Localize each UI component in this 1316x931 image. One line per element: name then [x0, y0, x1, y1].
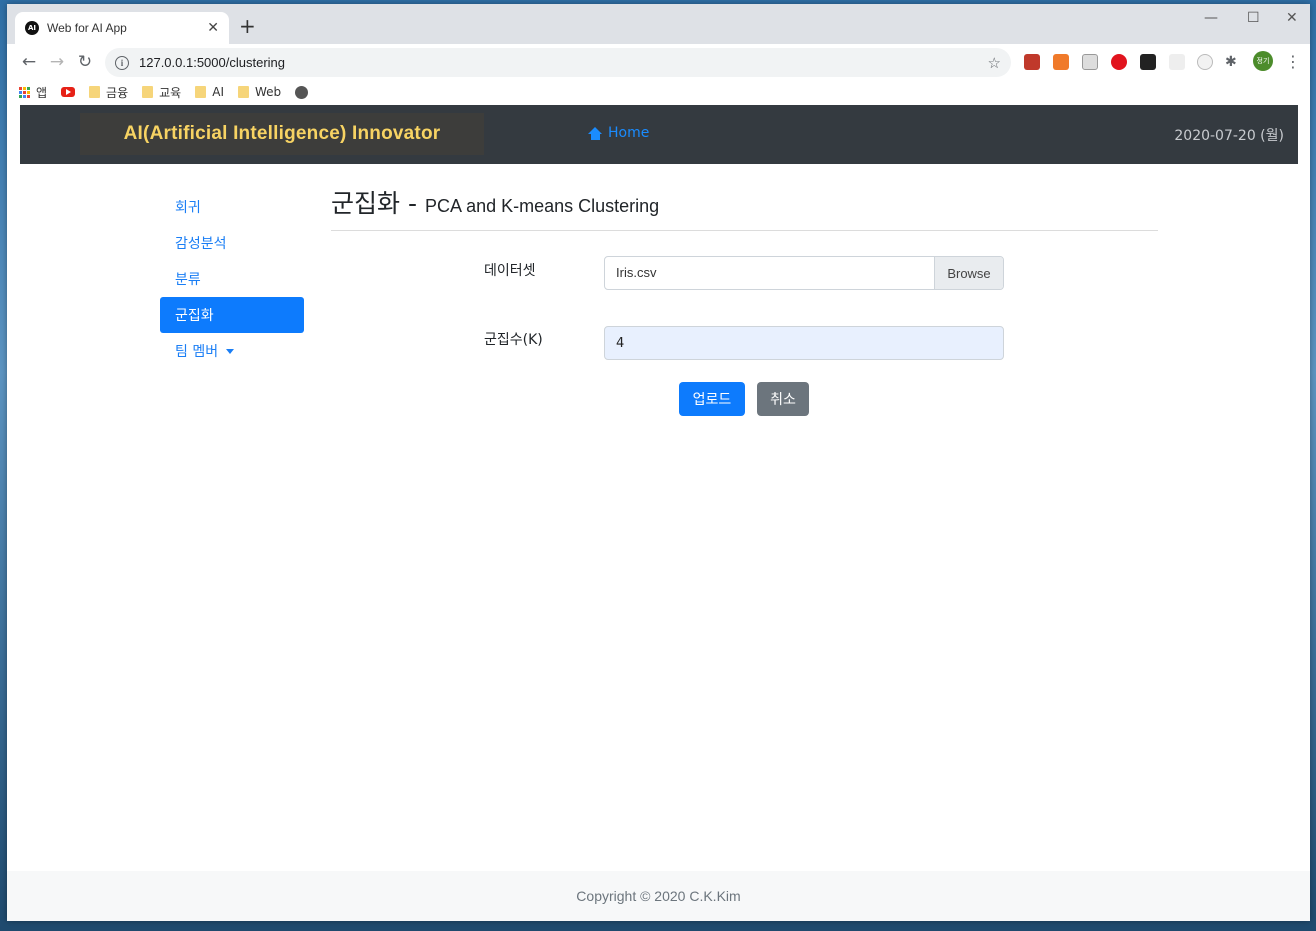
bookmark-folder-education[interactable]: 교육 — [142, 84, 181, 101]
site-info-icon[interactable]: i — [115, 55, 129, 70]
bookmark-label: 앱 — [36, 85, 48, 100]
home-link[interactable]: Home — [588, 125, 649, 141]
folder-icon — [195, 86, 207, 98]
bookmark-folder-finance[interactable]: 금융 — [89, 84, 128, 101]
browse-button[interactable]: Browse — [934, 257, 1003, 289]
upload-button[interactable]: 업로드 — [679, 382, 745, 416]
new-tab-icon[interactable]: + — [239, 16, 256, 36]
title-separator: - — [408, 189, 418, 218]
folder-icon — [237, 86, 249, 98]
divider — [331, 230, 1158, 231]
copyright-text: Copyright © 2020 C.K.Kim — [576, 888, 741, 904]
browser-window: AI Web for AI App ✕ + — ☐ ✕ ← → ↻ i 127.… — [7, 4, 1310, 921]
page-subtitle: PCA and K-means Clustering — [425, 196, 660, 216]
sidebar-item-sentiment[interactable]: 감성분석 — [160, 225, 304, 261]
current-date: 2020-07-20 (월) — [1174, 128, 1284, 144]
bookmark-apps[interactable]: 앱 — [19, 84, 47, 101]
sidebar-item-label: 군집화 — [175, 308, 214, 324]
bookmark-globe[interactable] — [295, 85, 309, 99]
sidebar-item-clustering[interactable]: 군집화 — [160, 297, 304, 333]
sidebar-item-label: 감성분석 — [175, 236, 227, 252]
back-icon[interactable]: ← — [15, 52, 43, 72]
home-label: Home — [608, 125, 650, 141]
globe-icon — [295, 85, 309, 99]
sidebar-item-classification[interactable]: 분류 — [160, 261, 304, 297]
bookmark-label: 교육 — [159, 85, 182, 100]
forward-icon[interactable]: → — [43, 52, 71, 72]
dataset-label: 데이터셋 — [484, 263, 536, 279]
close-tab-icon[interactable]: ✕ — [207, 20, 219, 36]
browser-toolbar: ← → ↻ i 127.0.0.1:5000/clustering ☆ ✱ 정기… — [7, 44, 1310, 80]
tab-strip: AI Web for AI App ✕ + — ☐ ✕ — [7, 4, 1310, 44]
brand-title[interactable]: AI(Artificial Intelligence) Innovator — [80, 113, 484, 155]
bookmark-folder-ai[interactable]: AI — [195, 85, 224, 99]
home-icon — [588, 126, 603, 140]
menu-kebab-icon[interactable]: ⋮ — [1285, 52, 1301, 71]
ai-favicon-icon: AI — [25, 21, 39, 35]
minimize-icon[interactable]: — — [1204, 10, 1218, 26]
profile-avatar[interactable]: 정기 — [1253, 51, 1273, 71]
site-navbar: AI(Artificial Intelligence) Innovator Ho… — [20, 105, 1298, 164]
window-close-icon[interactable]: ✕ — [1286, 10, 1298, 26]
web-page: AI(Artificial Intelligence) Innovator Ho… — [7, 104, 1310, 921]
puzzle-extensions-icon[interactable]: ✱ — [1225, 54, 1241, 70]
adblock-extension-icon[interactable] — [1111, 54, 1127, 70]
page-title-main: 군집화 — [331, 189, 401, 218]
youtube-icon — [61, 87, 76, 97]
bookmark-label: AI — [212, 85, 224, 99]
page-title: 군집화 - PCA and K-means Clustering — [331, 184, 659, 220]
clock-extension-icon[interactable] — [1197, 54, 1213, 70]
tab-title: Web for AI App — [47, 21, 127, 35]
dataset-file-name[interactable]: Iris.csv — [605, 257, 934, 289]
sidebar-nav: 회귀 감성분석 분류 군집화 팀 멤버 — [160, 189, 304, 369]
address-bar[interactable]: i 127.0.0.1:5000/clustering ☆ — [105, 48, 1011, 77]
cast-extension-icon[interactable] — [1082, 54, 1098, 70]
maximize-icon[interactable]: ☐ — [1247, 10, 1260, 26]
page-footer: Copyright © 2020 C.K.Kim — [7, 871, 1310, 921]
folder-icon — [142, 86, 154, 98]
bookmark-youtube[interactable] — [61, 87, 76, 97]
bookmarks-bar: 앱 금융 교육 AI Web — [7, 80, 1310, 104]
url-text[interactable]: 127.0.0.1:5000/clustering — [139, 55, 988, 70]
sidebar-item-regression[interactable]: 회귀 — [160, 189, 304, 225]
cancel-button[interactable]: 취소 — [757, 382, 809, 416]
bookmark-folder-web[interactable]: Web — [237, 85, 282, 99]
pdf-extension-icon[interactable] — [1024, 54, 1040, 70]
grid-extension-icon[interactable] — [1169, 54, 1185, 70]
bookmark-label: Web — [254, 85, 282, 99]
dataset-file-input[interactable]: Iris.csv Browse — [604, 256, 1004, 290]
bookmark-star-icon[interactable]: ☆ — [988, 54, 1001, 72]
folder-icon — [89, 86, 101, 98]
bookmark-label: 금융 — [106, 85, 129, 100]
apps-icon — [19, 86, 30, 98]
reload-icon[interactable]: ↻ — [71, 52, 99, 72]
sidebar-item-team[interactable]: 팀 멤버 — [160, 333, 304, 369]
browser-tab[interactable]: AI Web for AI App ✕ — [15, 12, 229, 44]
terminal-extension-icon[interactable] — [1140, 54, 1156, 70]
k-label: 군집수(K) — [484, 332, 543, 348]
ex-extension-icon[interactable] — [1053, 54, 1069, 70]
sidebar-item-label: 회귀 — [175, 200, 201, 216]
sidebar-item-label: 팀 멤버 — [175, 344, 219, 360]
k-input[interactable]: 4 — [604, 326, 1004, 360]
caret-down-icon — [226, 348, 235, 354]
sidebar-item-label: 분류 — [175, 272, 201, 288]
